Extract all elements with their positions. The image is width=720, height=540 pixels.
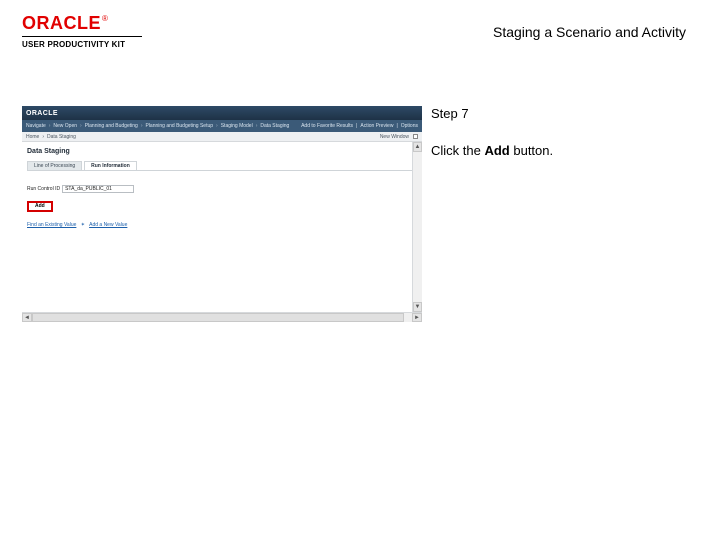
- v-track[interactable]: [413, 152, 422, 302]
- vertical-scrollbar[interactable]: ▲ ▼: [412, 142, 422, 312]
- run-control-row: Run Control ID STA_da_PUBLIC_01: [27, 185, 417, 193]
- app-body: Data Staging Line of Processing Run Info…: [22, 142, 422, 312]
- run-control-input[interactable]: STA_da_PUBLIC_01: [62, 185, 134, 193]
- crumb-item[interactable]: Data Staging: [47, 134, 76, 140]
- breadcrumb: Home › Data Staging New Window: [22, 132, 422, 142]
- nav-item[interactable]: Planning and Budgeting Setup: [145, 123, 213, 129]
- nav-right-item[interactable]: Action Preview: [360, 123, 393, 129]
- checkbox-icon[interactable]: [413, 134, 418, 139]
- app-screenshot: ORACLE Navigate › New Open › Planning an…: [22, 106, 422, 322]
- crumb-right: New Window: [380, 134, 418, 140]
- instruction-bold: Add: [484, 143, 509, 158]
- nav-pipe: |: [396, 123, 397, 129]
- run-control-label: Run Control ID: [27, 186, 60, 192]
- nav-pipe: |: [356, 123, 357, 129]
- scroll-down-icon[interactable]: ▼: [413, 302, 422, 312]
- scroll-left-icon[interactable]: ◄: [22, 313, 32, 322]
- nav-sep: ›: [141, 123, 143, 129]
- brand-rule: [22, 36, 142, 37]
- nav-sep: ›: [216, 123, 218, 129]
- brand-word: ORACLE: [22, 13, 101, 33]
- nav-right-item[interactable]: Add to Favorite Results: [301, 123, 353, 129]
- nav-sep: ›: [256, 123, 258, 129]
- brand-logo: ORACLE®: [22, 14, 142, 32]
- brand-subtitle: USER PRODUCTIVITY KIT: [22, 40, 125, 49]
- app-nav: Navigate › New Open › Planning and Budge…: [22, 120, 422, 132]
- nav-item[interactable]: Planning and Budgeting: [85, 123, 138, 129]
- section-title: Data Staging: [27, 148, 417, 155]
- crumb-sep: ›: [42, 134, 44, 140]
- instruction-suffix: button.: [510, 143, 553, 158]
- scroll-up-icon[interactable]: ▲: [413, 142, 422, 152]
- bottom-links: Find an Existing Value ✶ Add a New Value: [27, 222, 417, 228]
- instruction-body: Click the Add button.: [431, 143, 689, 158]
- star-icon: ✶: [81, 222, 85, 228]
- nav-item[interactable]: New Open: [53, 123, 77, 129]
- tabs: Line of Processing Run Information: [27, 161, 417, 171]
- page-title: Staging a Scenario and Activity: [493, 24, 686, 40]
- scroll-right-icon[interactable]: ►: [412, 313, 422, 322]
- registered-mark: ®: [102, 14, 108, 23]
- h-thumb[interactable]: [32, 313, 404, 322]
- app-topbar: ORACLE: [22, 106, 422, 120]
- instruction-prefix: Click the: [431, 143, 484, 158]
- nav-item[interactable]: Navigate: [26, 123, 46, 129]
- nav-sep: ›: [80, 123, 82, 129]
- find-existing-link[interactable]: Find an Existing Value: [27, 222, 76, 228]
- nav-sep: ›: [49, 123, 51, 129]
- h-track[interactable]: [32, 313, 412, 322]
- crumb-item[interactable]: Home: [26, 134, 39, 140]
- tab-line-of-processing[interactable]: Line of Processing: [27, 161, 82, 170]
- nav-item[interactable]: Data Staging: [260, 123, 289, 129]
- tab-run-information[interactable]: Run Information: [84, 161, 137, 170]
- add-new-value-link[interactable]: Add a New Value: [89, 222, 127, 228]
- run-control-value: STA_da_PUBLIC_01: [65, 186, 112, 192]
- nav-item[interactable]: Staging Model: [221, 123, 253, 129]
- horizontal-scrollbar[interactable]: ◄ ►: [22, 312, 422, 322]
- app-brand: ORACLE: [26, 110, 58, 117]
- step-label: Step 7: [431, 106, 689, 121]
- nav-right: Add to Favorite Results | Action Preview…: [301, 123, 418, 129]
- nav-right-item[interactable]: Options: [401, 123, 418, 129]
- add-row: Add: [27, 201, 417, 212]
- add-button[interactable]: Add: [27, 201, 53, 212]
- instruction-panel: Step 7 Click the Add button.: [431, 106, 689, 158]
- new-window-link[interactable]: New Window: [380, 134, 409, 140]
